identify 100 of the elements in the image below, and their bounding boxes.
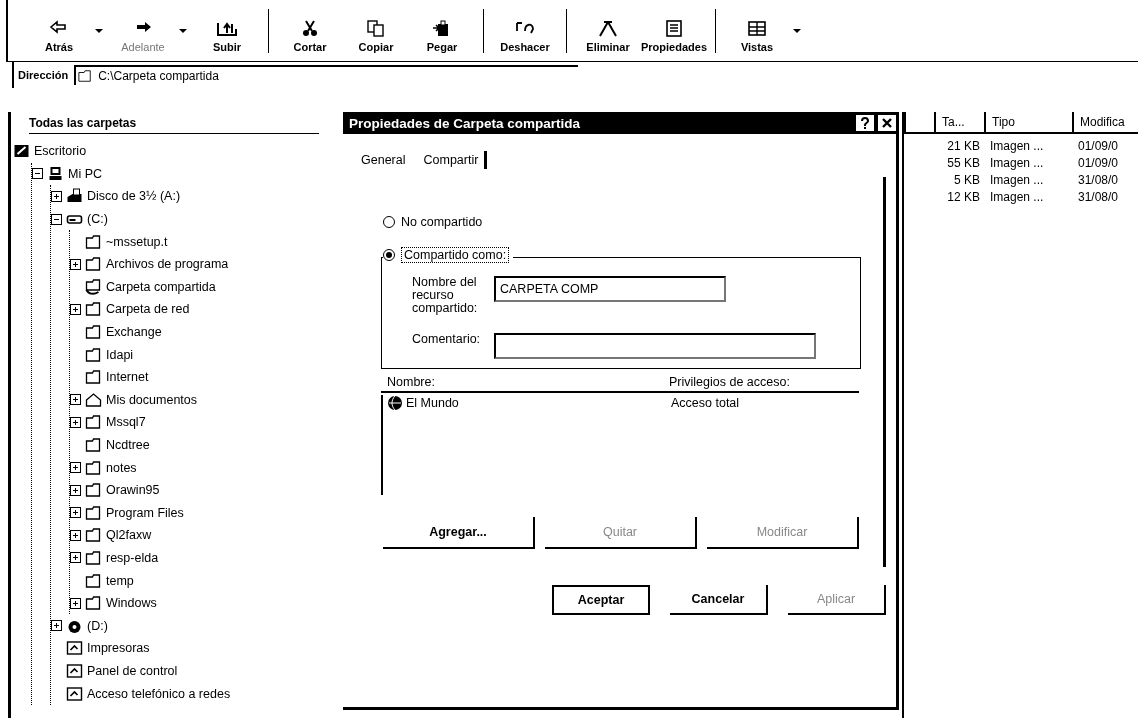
tree-item[interactable]: Orawin95 [106, 483, 160, 498]
collapse-icon[interactable] [51, 213, 62, 225]
expand-icon[interactable] [70, 552, 81, 564]
tree-item[interactable]: Idapi [106, 347, 134, 362]
action-button[interactable]: Agregar... [383, 517, 535, 549]
table-cell-text: 21 KB [946, 138, 981, 155]
toolbar-button[interactable]: Eliminar [575, 1, 641, 61]
toolbar-button[interactable]: Pegar [409, 1, 475, 61]
expand-icon[interactable] [51, 191, 62, 202]
folder-icon [85, 437, 102, 453]
toolbar-button[interactable]: Atrás [26, 1, 92, 61]
tree-item[interactable]: Ncdtree [106, 438, 150, 452]
folder-icon [85, 346, 102, 363]
folder-icon [85, 324, 102, 341]
window-icon [66, 662, 83, 679]
toolbar-button[interactable]: Deshacer [492, 1, 558, 61]
tree-item[interactable]: Escritorio [34, 144, 87, 159]
close-button[interactable] [878, 115, 896, 131]
table-cell-text: 5 KB [953, 172, 981, 189]
shared-folder-icon [85, 278, 102, 295]
question-mark-icon [860, 117, 870, 129]
window-icon [66, 640, 83, 657]
expand-icon[interactable] [70, 484, 81, 496]
table-cell-text: Imagen ... [989, 138, 1045, 155]
toolbar-button[interactable]: Subir [194, 1, 260, 61]
tree-item[interactable]: ~mssetup.t [106, 234, 168, 249]
folder-icon [85, 482, 102, 499]
folder-icon [85, 504, 102, 521]
collapse-icon[interactable] [32, 168, 43, 180]
tree-item[interactable]: Panel de control [87, 663, 178, 678]
expand-icon[interactable] [51, 620, 62, 632]
address-field[interactable]: C:\Carpeta compartida [74, 65, 579, 85]
tree-item[interactable]: temp [106, 573, 134, 588]
column-header[interactable]: Tipo [984, 112, 1072, 132]
expand-icon[interactable] [70, 507, 81, 519]
tree-item[interactable]: Archivos de programa [106, 257, 229, 272]
computer-icon [47, 165, 64, 182]
tree-item[interactable]: Impresoras [87, 641, 150, 656]
expand-icon[interactable] [70, 462, 81, 474]
table-cell-text: Imagen ... [989, 189, 1045, 206]
help-button[interactable] [856, 115, 874, 131]
table-cell-text: 01/09/0 [1077, 155, 1120, 172]
column-header[interactable]: Ta... [934, 112, 984, 132]
text-field[interactable]: CARPETA COMP [494, 276, 726, 302]
tree-item[interactable]: Carpeta compartida [106, 279, 216, 294]
tree-item[interactable]: Exchange [106, 325, 162, 340]
list-item[interactable]: El Mundo [406, 396, 459, 410]
tree-item[interactable]: Acceso telefónico a redes [87, 686, 231, 701]
tree-item[interactable]: Mi PC [68, 166, 103, 181]
toolbar-button[interactable]: Copiar [343, 1, 409, 61]
expand-icon[interactable] [70, 394, 81, 406]
tree-item[interactable]: Ql2faxw [106, 528, 152, 543]
field-label: Nombre del recurso compartido: [412, 276, 479, 315]
dialog-button[interactable]: Cancelar [670, 585, 768, 615]
tree-item[interactable]: Mis documentos [106, 392, 197, 407]
tree-item[interactable]: Mssql7 [106, 415, 146, 430]
expand-icon[interactable] [70, 529, 81, 541]
tree-item[interactable]: Internet [106, 370, 149, 385]
access-level: Acceso total [671, 396, 741, 410]
tree-item[interactable]: resp-elda [106, 551, 159, 565]
tree-item[interactable]: Program Files [106, 505, 184, 520]
radio-label[interactable]: Compartido como: [401, 247, 510, 263]
tree-item[interactable]: notes [106, 460, 137, 475]
table-cell-text: 31/08/0 [1077, 189, 1120, 206]
radio-label[interactable]: No compartido [401, 215, 483, 229]
tree-item[interactable]: Disco de 3½ (A:) [87, 189, 181, 204]
delete-icon [596, 19, 620, 39]
tree-item[interactable]: (C:) [87, 212, 108, 227]
folder-icon [85, 369, 102, 386]
address-label: Dirección [18, 69, 69, 81]
dialog-title: Propiedades de Carpeta compartida [349, 115, 582, 131]
folder-icon [85, 550, 102, 566]
close-icon [882, 118, 892, 128]
text-field[interactable] [494, 333, 816, 359]
tab[interactable]: General [357, 151, 410, 169]
toolbar-button[interactable]: Cortar [277, 1, 343, 61]
window-icon [66, 685, 83, 702]
column-header[interactable]: Modifica [1072, 112, 1138, 132]
toolbar-button[interactable]: Vistas [724, 1, 790, 61]
tree-item[interactable]: (D:) [87, 618, 108, 633]
tab[interactable]: Compartir [419, 151, 488, 169]
tree-item[interactable]: Windows [106, 596, 157, 611]
dialog-button[interactable]: Aceptar [552, 585, 650, 615]
column-header: Privilegios de acceso: [669, 375, 791, 389]
table-cell-text: Imagen ... [989, 172, 1045, 189]
expand-icon[interactable] [70, 303, 81, 315]
expand-icon[interactable] [70, 258, 81, 270]
tree-item[interactable]: Carpeta de red [106, 302, 190, 317]
expand-icon[interactable] [70, 597, 81, 609]
folder-icon [85, 256, 102, 273]
folder-icon [85, 595, 102, 612]
folder-icon [85, 527, 102, 544]
table-cell-text: 12 KB [946, 189, 981, 206]
folder-icon [85, 301, 102, 318]
table-cell-text: Imagen ... [989, 155, 1045, 172]
table-cell-text: 31/08/0 [1077, 172, 1120, 189]
column-header: Nombre: [387, 375, 435, 389]
table-cell-text: 55 KB [946, 155, 981, 172]
toolbar-button[interactable]: Propiedades [641, 1, 707, 61]
expand-icon[interactable] [70, 416, 81, 428]
